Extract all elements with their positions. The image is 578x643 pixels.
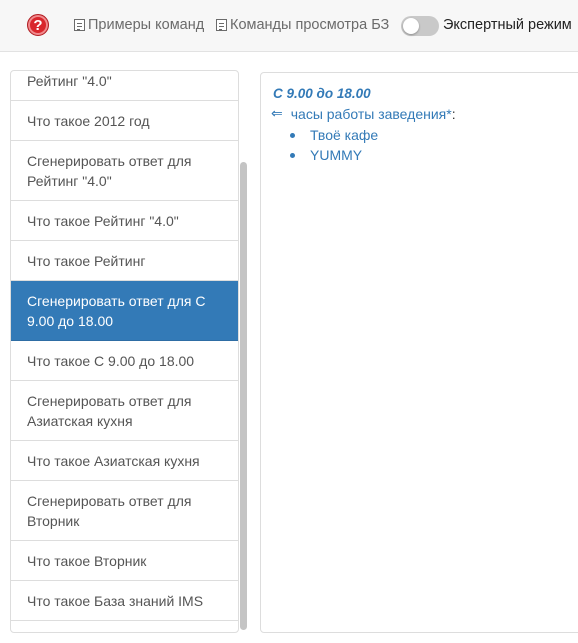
toggle-knob <box>403 18 419 34</box>
top-toolbar: ? Примеры команд Команды просмотра БЗ Эк… <box>0 0 578 52</box>
list-item[interactable]: Сгенерировать ответ для Вторник <box>11 481 238 541</box>
bullet-icon <box>290 132 295 138</box>
answer-panel: С 9.00 до 18.00 ⇐ часы работы заведения*… <box>260 72 578 633</box>
bullet-icon <box>290 152 295 158</box>
list-item[interactable]: Рейтинг "4.0" <box>11 71 238 101</box>
list-item[interactable]: Что такое 2012 год <box>11 101 238 141</box>
relation-colon: : <box>451 105 456 122</box>
list-item[interactable]: Сгенерировать ответ для Азиатская кухня <box>11 381 238 441</box>
expert-mode-toggle[interactable] <box>401 16 439 36</box>
expert-mode-label: Экспертный режим <box>443 17 572 33</box>
list-scrollbar[interactable] <box>240 162 247 630</box>
list-item[interactable]: Что такое Азиатская кухня <box>11 441 238 481</box>
relation-value-item[interactable]: Твоё кафе <box>290 125 378 145</box>
list-item[interactable]: Что такое Рейтинг <box>11 241 238 281</box>
relation-value-label: YUMMY <box>310 147 363 163</box>
question-history-scroll-content: Рейтинг "4.0" Что такое 2012 год Сгенериро… <box>11 71 238 621</box>
list-item[interactable]: Что такое База знаний IMS <box>11 581 238 621</box>
list-item[interactable]: Что такое С 9.00 до 18.00 <box>11 341 238 381</box>
help-icon[interactable]: ? <box>27 14 49 36</box>
list-item[interactable]: Сгенерировать ответ для Рейтинг "4.0" <box>11 141 238 201</box>
relation-value-label: Твоё кафе <box>310 127 379 143</box>
list-item-active[interactable]: Сгенерировать ответ для С 9.00 до 18.00 <box>11 281 238 341</box>
relation-arrow-icon[interactable]: ⇐ <box>271 105 283 122</box>
document-list-icon <box>216 19 227 31</box>
kb-view-commands-label: Команды просмотра БЗ <box>230 17 390 33</box>
document-list-icon <box>74 19 85 31</box>
relation-values-list: Твоё кафе YUMMY <box>290 125 378 165</box>
command-examples-label: Примеры команд <box>88 17 205 33</box>
answer-title[interactable]: С 9.00 до 18.00 <box>273 86 371 101</box>
command-examples-link[interactable]: Примеры команд <box>74 16 204 34</box>
list-item[interactable]: Что такое Рейтинг "4.0" <box>11 201 238 241</box>
relation-row: ⇐ часы работы заведения* : <box>271 105 456 122</box>
relation-value-item[interactable]: YUMMY <box>290 145 378 165</box>
question-history-list: Рейтинг "4.0" Что такое 2012 год Сгенериро… <box>10 70 239 633</box>
kb-view-commands-link[interactable]: Команды просмотра БЗ <box>216 16 389 34</box>
list-item[interactable]: Что такое Вторник <box>11 541 238 581</box>
relation-name[interactable]: часы работы заведения* <box>291 106 452 122</box>
